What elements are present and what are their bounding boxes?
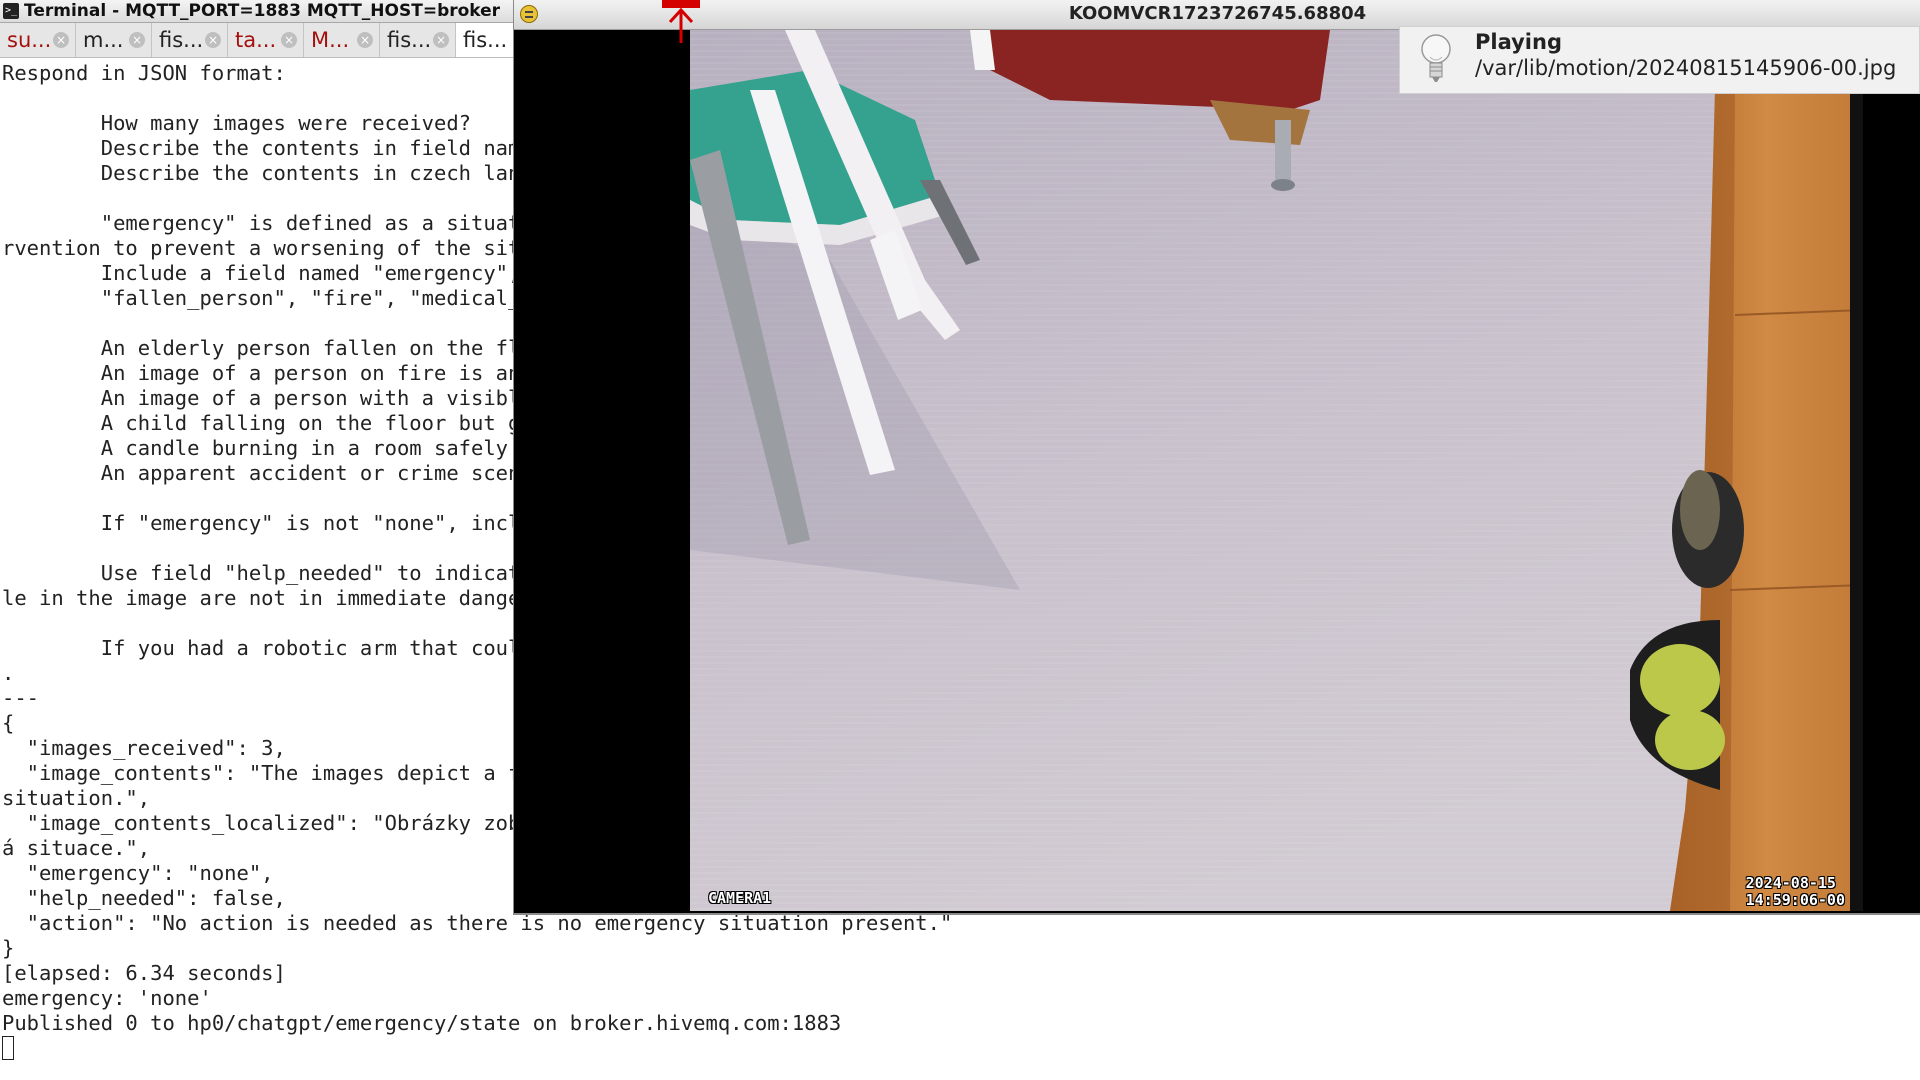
terminal-tab-active[interactable]: fis...: [456, 23, 520, 57]
lightbulb-icon: [1421, 34, 1451, 82]
image-viewer-window[interactable]: KOOMVCR1723726745.68804 CAMERA1 2024-08-…: [513, 0, 1920, 915]
tab-label: M...: [311, 28, 350, 52]
tab-label: fis...: [159, 28, 204, 52]
terminal-tab[interactable]: fis... ×: [380, 23, 456, 57]
notification-title: Playing: [1475, 30, 1562, 54]
terminal-icon: >_: [3, 3, 19, 19]
tab-label: ta...: [235, 28, 277, 52]
playing-notification[interactable]: Playing /var/lib/motion/20240815145906-0…: [1399, 26, 1920, 94]
camera-image: CAMERA1 2024-08-15 14:59:06-00: [690, 30, 1863, 911]
terminal-line: Published 0 to hp0/chatgpt/emergency/sta…: [2, 1011, 842, 1035]
overlay-date: 2024-08-15: [1745, 874, 1836, 892]
close-tab-icon[interactable]: ×: [53, 32, 69, 48]
terminal-line: [elapsed: 6.34 seconds]: [2, 961, 286, 985]
close-tab-icon[interactable]: ×: [281, 32, 297, 48]
terminal-line: emergency: 'none': [2, 986, 212, 1010]
text-cursor: [2, 1036, 14, 1060]
close-tab-icon[interactable]: ×: [433, 32, 449, 48]
prompt-line: [2, 1036, 1920, 1061]
close-tab-icon[interactable]: ×: [129, 32, 145, 48]
camera-timestamp-overlay: 2024-08-15 14:59:06-00: [1746, 875, 1845, 909]
close-tab-icon[interactable]: ×: [205, 32, 221, 48]
notification-body: /var/lib/motion/20240815145906-00.jpg: [1475, 56, 1897, 80]
viewer-title: KOOMVCR1723726745.68804: [1068, 3, 1367, 24]
terminal-tab[interactable]: su... ×: [0, 23, 76, 57]
overlay-time: 14:59:06-00: [1745, 891, 1845, 909]
terminal-line: }: [2, 936, 15, 960]
terminal-tab[interactable]: fis... ×: [152, 23, 228, 57]
terminal-tab[interactable]: M... ×: [304, 23, 380, 57]
terminal-tab[interactable]: ta... ×: [228, 23, 304, 57]
terminal-titlebar[interactable]: >_ Terminal - MQTT_PORT=1883 MQTT_HOST=b…: [0, 0, 520, 23]
camera-name-overlay: CAMERA1: [708, 889, 772, 907]
terminal-tab-bar: su... × m... × fis... × ta... × M... × f…: [0, 23, 520, 58]
tab-label: su...: [7, 28, 52, 52]
tab-label: fis...: [387, 28, 432, 52]
tab-label: fis...: [463, 28, 508, 52]
tab-label: m...: [83, 28, 124, 52]
terminal-title: Terminal - MQTT_PORT=1883 MQTT_HOST=brok…: [24, 1, 501, 21]
close-tab-icon[interactable]: ×: [357, 32, 373, 48]
terminal-tab[interactable]: m... ×: [76, 23, 152, 57]
